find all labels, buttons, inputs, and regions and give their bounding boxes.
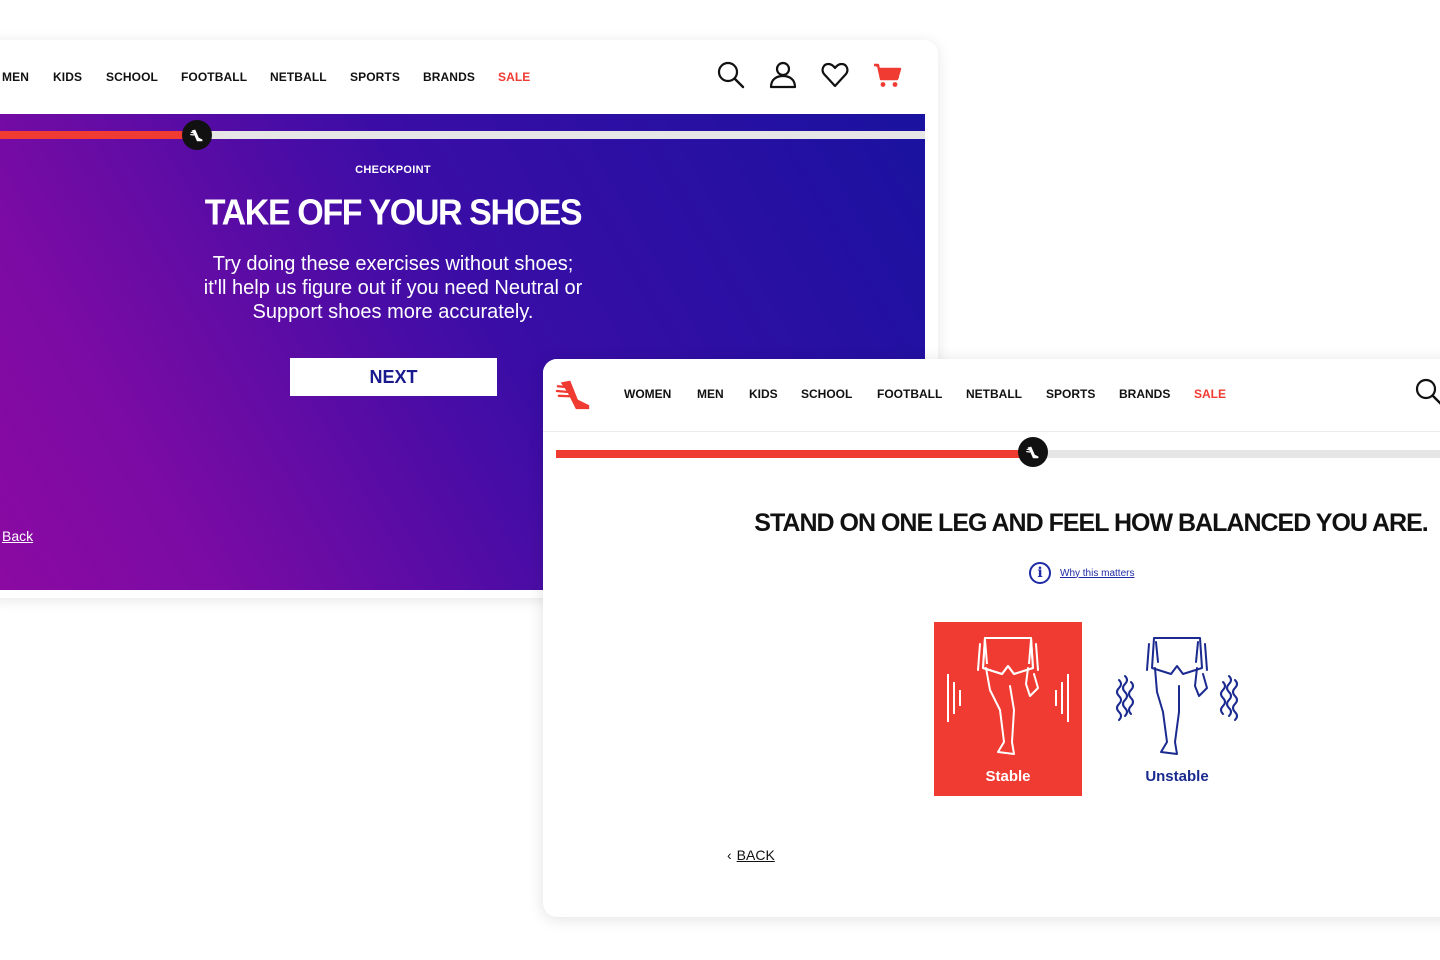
why-this-matters-link[interactable]: Why this matters [1060,568,1134,579]
instruction-line: it'll help us figure out if you need Neu… [203,277,583,299]
quiz-window-balance: WOMEN MEN KIDS SCHOOL FOOTBALL NETBALL S… [543,359,1440,917]
search-icon[interactable] [1414,377,1440,407]
nav-item-netball[interactable]: NETBALL [270,70,327,84]
nav-item-sale[interactable]: SALE [1194,387,1226,401]
checkpoint-label: CHECKPOINT [355,164,431,176]
winged-foot-logo[interactable] [555,373,593,411]
unstable-figure-icon [1116,637,1238,755]
nav-item-kids[interactable]: KIDS [749,387,778,401]
option-unstable[interactable]: Unstable [1103,622,1251,796]
nav-item-men[interactable]: MEN [697,387,724,401]
option-label: Stable [985,768,1031,785]
nav-item-sports[interactable]: SPORTS [350,70,400,84]
stable-figure-icon [947,637,1069,755]
back-link[interactable]: ‹ BACK [727,847,775,863]
heart-icon[interactable] [820,60,850,90]
instruction-text: Try doing these exercises without shoes;… [0,252,806,324]
nav-item-sports[interactable]: SPORTS [1046,387,1095,401]
next-button[interactable]: NEXT [290,358,497,396]
nav-item-brands[interactable]: BRANDS [423,70,475,84]
top-navigation: WOMEN MEN KIDS SCHOOL FOOTBALL NETBALL S… [543,359,1440,432]
nav-item-football[interactable]: FOOTBALL [877,387,942,401]
progress-fill [0,131,198,139]
nav-item-women[interactable]: WOMEN [624,387,671,401]
nav-item-school[interactable]: SCHOOL [801,387,852,401]
why-this-matters[interactable]: i Why this matters [1029,562,1134,584]
nav-item-kids[interactable]: KIDS [53,70,82,84]
chevron-left-icon: ‹ [727,847,732,863]
back-link[interactable]: Back [2,528,33,544]
search-icon[interactable] [716,60,746,90]
question-title: STAND ON ONE LEG AND FEEL HOW BALANCED Y… [754,509,1428,537]
instruction-line: Support shoes more accurately. [252,301,534,323]
nav-item-sale[interactable]: SALE [498,70,530,84]
progress-fill [556,450,1033,458]
account-icon[interactable] [768,60,798,90]
cart-icon[interactable] [872,60,902,90]
top-navigation: MEN KIDS SCHOOL FOOTBALL NETBALL SPORTS … [0,40,938,114]
nav-item-netball[interactable]: NETBALL [966,387,1022,401]
progress-bar [556,450,1440,458]
info-icon[interactable]: i [1029,562,1051,584]
progress-marker [1018,437,1048,467]
nav-item-men[interactable]: MEN [2,70,29,84]
option-label: Unstable [1145,768,1209,785]
winged-foot-icon [190,129,203,142]
option-stable[interactable]: Stable [934,622,1082,796]
nav-item-football[interactable]: FOOTBALL [181,70,247,84]
nav-item-brands[interactable]: BRANDS [1119,387,1170,401]
instruction-line: Try doing these exercises without shoes; [212,253,574,275]
page-title: TAKE OFF YOUR SHOES [204,193,583,233]
nav-item-school[interactable]: SCHOOL [106,70,158,84]
progress-bar [0,131,925,139]
back-label: BACK [736,847,775,863]
progress-marker [182,120,213,150]
winged-foot-icon [1026,446,1039,459]
